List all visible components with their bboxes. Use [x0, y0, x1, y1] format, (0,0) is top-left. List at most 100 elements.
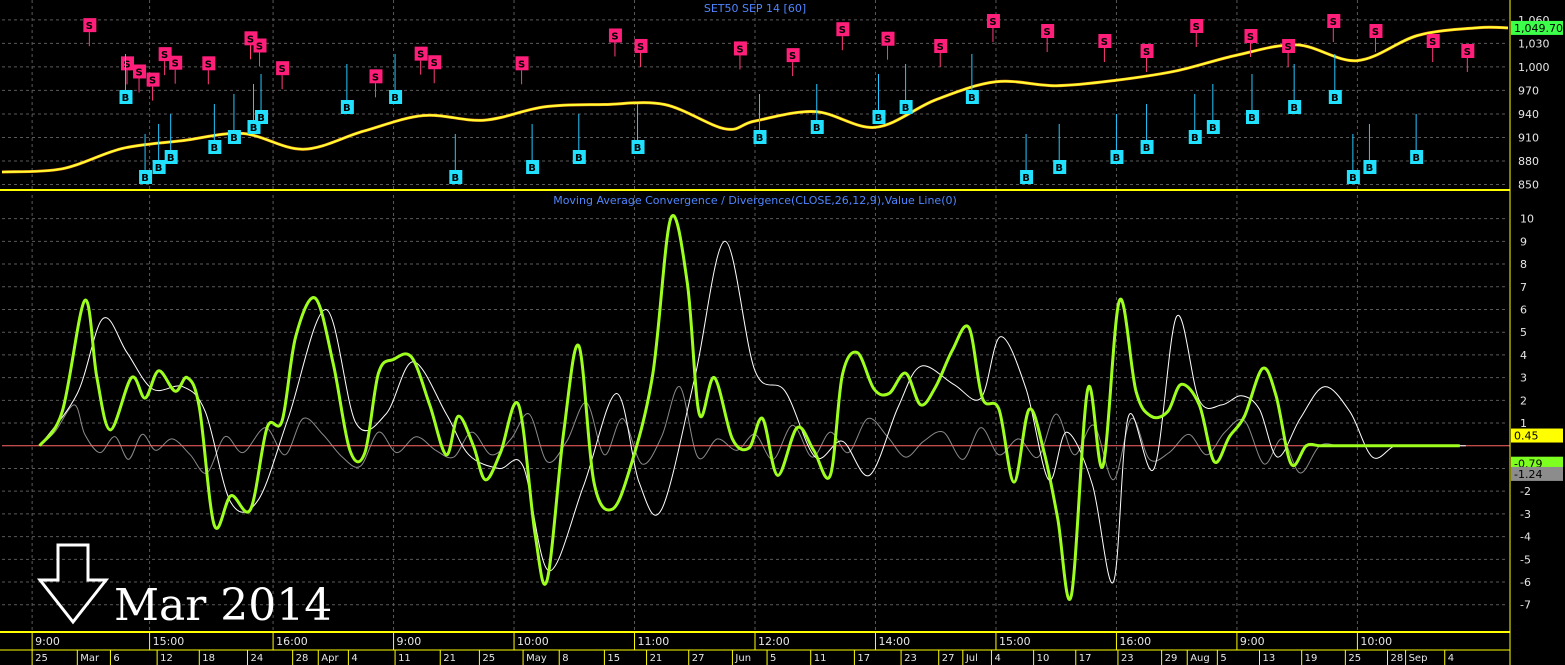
date-label: 17 — [857, 653, 870, 664]
macd-tick-label: -2 — [1520, 485, 1531, 498]
buy-signal-label: B — [167, 153, 175, 164]
sell-signal-label: S — [86, 21, 93, 32]
date-label: 12 — [160, 653, 173, 664]
date-label: 25 — [482, 653, 495, 664]
sell-signal-label: S — [161, 50, 168, 61]
macd-value-124: -1.24 — [1514, 468, 1542, 481]
buy-signal-label: B — [141, 173, 149, 184]
time-label: 11:00 — [638, 635, 670, 648]
down-arrow-icon — [36, 543, 110, 625]
sell-signal-label: S — [1143, 47, 1150, 58]
date-label: 28 — [1391, 653, 1404, 664]
buy-signal-label: B — [451, 173, 459, 184]
macd-tick-label: -5 — [1520, 553, 1531, 566]
sell-signal-label: S — [135, 67, 142, 78]
time-label: 9:00 — [35, 635, 60, 648]
date-label: 8 — [562, 653, 568, 664]
date-label: Jun — [734, 653, 751, 664]
buy-signal-label: B — [211, 143, 219, 154]
date-label: 24 — [250, 653, 263, 664]
date-label: 25 — [1348, 653, 1361, 664]
sell-signal-label: S — [736, 44, 743, 55]
sell-signal-label: S — [149, 76, 156, 87]
macd-tick-label: 8 — [1520, 258, 1527, 271]
macd-tick-label: 5 — [1520, 326, 1527, 339]
time-label: 14:00 — [878, 635, 910, 648]
buy-signal-label: B — [1331, 93, 1339, 104]
date-label: Sep — [1409, 653, 1428, 664]
buy-signal-label: B — [1209, 123, 1217, 134]
date-label: 23 — [1121, 653, 1134, 664]
date-label: 4 — [351, 653, 357, 664]
buy-signal-label: B — [1113, 153, 1121, 164]
buy-signal-label: B — [756, 133, 764, 144]
sell-signal-label: S — [431, 58, 438, 69]
sell-signal-label: S — [372, 72, 379, 83]
date-label: 21 — [443, 653, 456, 664]
date-label: 5 — [1220, 653, 1226, 664]
date-label: 21 — [650, 653, 663, 664]
buy-signal-label: B — [1055, 163, 1063, 174]
macd-value-045: 0.45 — [1514, 430, 1539, 443]
buy-signal-label: B — [875, 113, 883, 124]
buy-signal-label: B — [1143, 143, 1151, 154]
buy-signal-label: B — [1290, 103, 1298, 114]
time-label: 9:00 — [1240, 635, 1265, 648]
buy-signal-label: B — [1022, 173, 1030, 184]
macd-lines — [38, 214, 1466, 601]
buy-signal-label: B — [1248, 113, 1256, 124]
sell-signal-label: S — [884, 35, 891, 46]
buy-signal-label: B — [968, 93, 976, 104]
price-tick-label: 880 — [1518, 155, 1539, 168]
date-label: 4 — [1448, 653, 1454, 664]
time-label: 9:00 — [397, 635, 422, 648]
sell-signal-label: S — [279, 64, 286, 75]
sell-signal-label: S — [1044, 27, 1051, 38]
time-label: 16:00 — [1119, 635, 1151, 648]
buy-signal-label: B — [230, 133, 238, 144]
buy-signal-label: B — [902, 103, 910, 114]
sell-signal-label: S — [1330, 17, 1337, 28]
date-label: 28 — [296, 653, 309, 664]
sell-signal-label: S — [611, 31, 618, 42]
date-label: Apr — [321, 653, 339, 664]
buy-signal-label: B — [1349, 173, 1357, 184]
time-label: 15:00 — [999, 635, 1031, 648]
sell-signal-label: S — [256, 41, 263, 52]
macd-tick-label: 10 — [1520, 213, 1534, 226]
sell-signal-label: S — [205, 59, 212, 70]
buy-signal-label: B — [257, 113, 265, 124]
buy-signal-label: B — [122, 93, 130, 104]
date-label: 4 — [994, 653, 1000, 664]
sell-signal-label: S — [937, 42, 944, 53]
macd-tick-label: 3 — [1520, 372, 1527, 385]
macd-tick-label: -6 — [1520, 576, 1531, 589]
buy-signal-label: B — [813, 123, 821, 134]
chart-grid — [2, 0, 1508, 632]
date-label: 13 — [1263, 653, 1276, 664]
price-last-value: 1,049.70 — [1514, 22, 1563, 35]
price-tick-label: 850 — [1518, 179, 1539, 192]
date-label: 27 — [942, 653, 955, 664]
buy-signal-label: B — [343, 103, 351, 114]
sell-signal-label: S — [1247, 32, 1254, 43]
sell-signal-label: S — [1193, 22, 1200, 33]
date-label: 27 — [692, 653, 705, 664]
date-label: 11 — [814, 653, 827, 664]
price-tick-label: 970 — [1518, 84, 1539, 97]
time-label: 15:00 — [153, 635, 185, 648]
sell-signal-label: S — [839, 25, 846, 36]
macd-tick-label: -7 — [1520, 599, 1531, 612]
macd-tick-label: 7 — [1520, 281, 1527, 294]
macd-tick-label: 6 — [1520, 303, 1527, 316]
date-label: 17 — [1079, 653, 1092, 664]
date-label: 10 — [1037, 653, 1050, 664]
macd-tick-label: -3 — [1520, 508, 1531, 521]
chart-canvas: SSSSSS SSSSSSS SSS SSSSSSSSSSSSSSSSBBBBBBBB… — [0, 0, 1563, 665]
date-label: Jul — [965, 653, 978, 664]
macd-tick-label: -4 — [1520, 531, 1531, 544]
time-label: 12:00 — [758, 635, 790, 648]
trade-signals: SSSSSS SSSSSSS SSS SSSSSSSSSSSSSSSSBBBBBBBB… — [83, 14, 1475, 184]
macd-tick-label: 1 — [1520, 417, 1527, 430]
date-label: Mar — [80, 653, 100, 664]
